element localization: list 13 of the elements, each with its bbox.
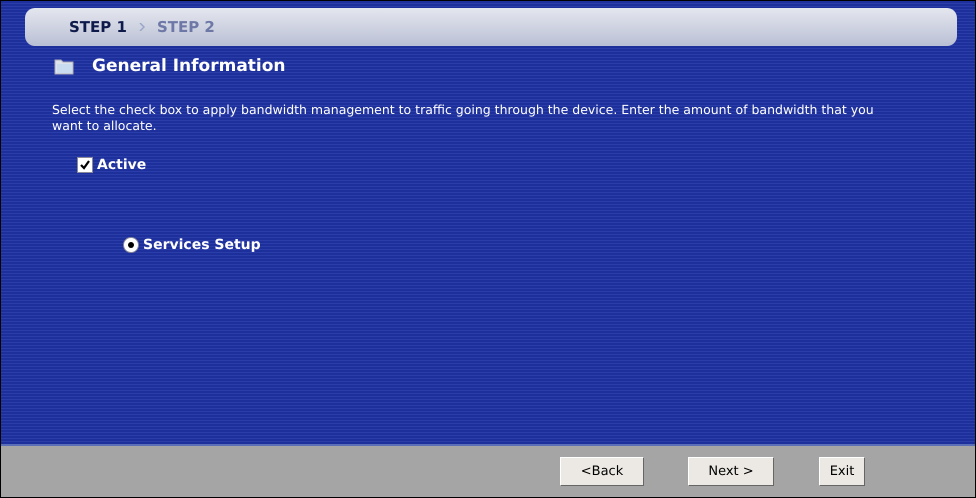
checkbox[interactable] <box>77 157 93 173</box>
wizard-button[interactable]: <Back <box>560 457 644 486</box>
step-label: STEP 1 <box>69 18 127 36</box>
description-text: Select the check box to apply bandwidth management to traffic going through the device. Enter the amount of bandwidth that you want to allocate. <box>52 102 875 134</box>
folder-icon <box>54 58 74 74</box>
step-label: STEP 2 <box>156 18 215 36</box>
section-title: General Information <box>92 56 286 76</box>
radio-button[interactable] <box>123 237 139 253</box>
wizard-button[interactable]: Next > <box>688 457 774 486</box>
services-setup-label: Services Setup <box>143 237 261 253</box>
active-label: Active <box>97 157 146 173</box>
wizard-button[interactable]: Exit <box>819 457 865 486</box>
chevron-icon <box>138 23 145 31</box>
